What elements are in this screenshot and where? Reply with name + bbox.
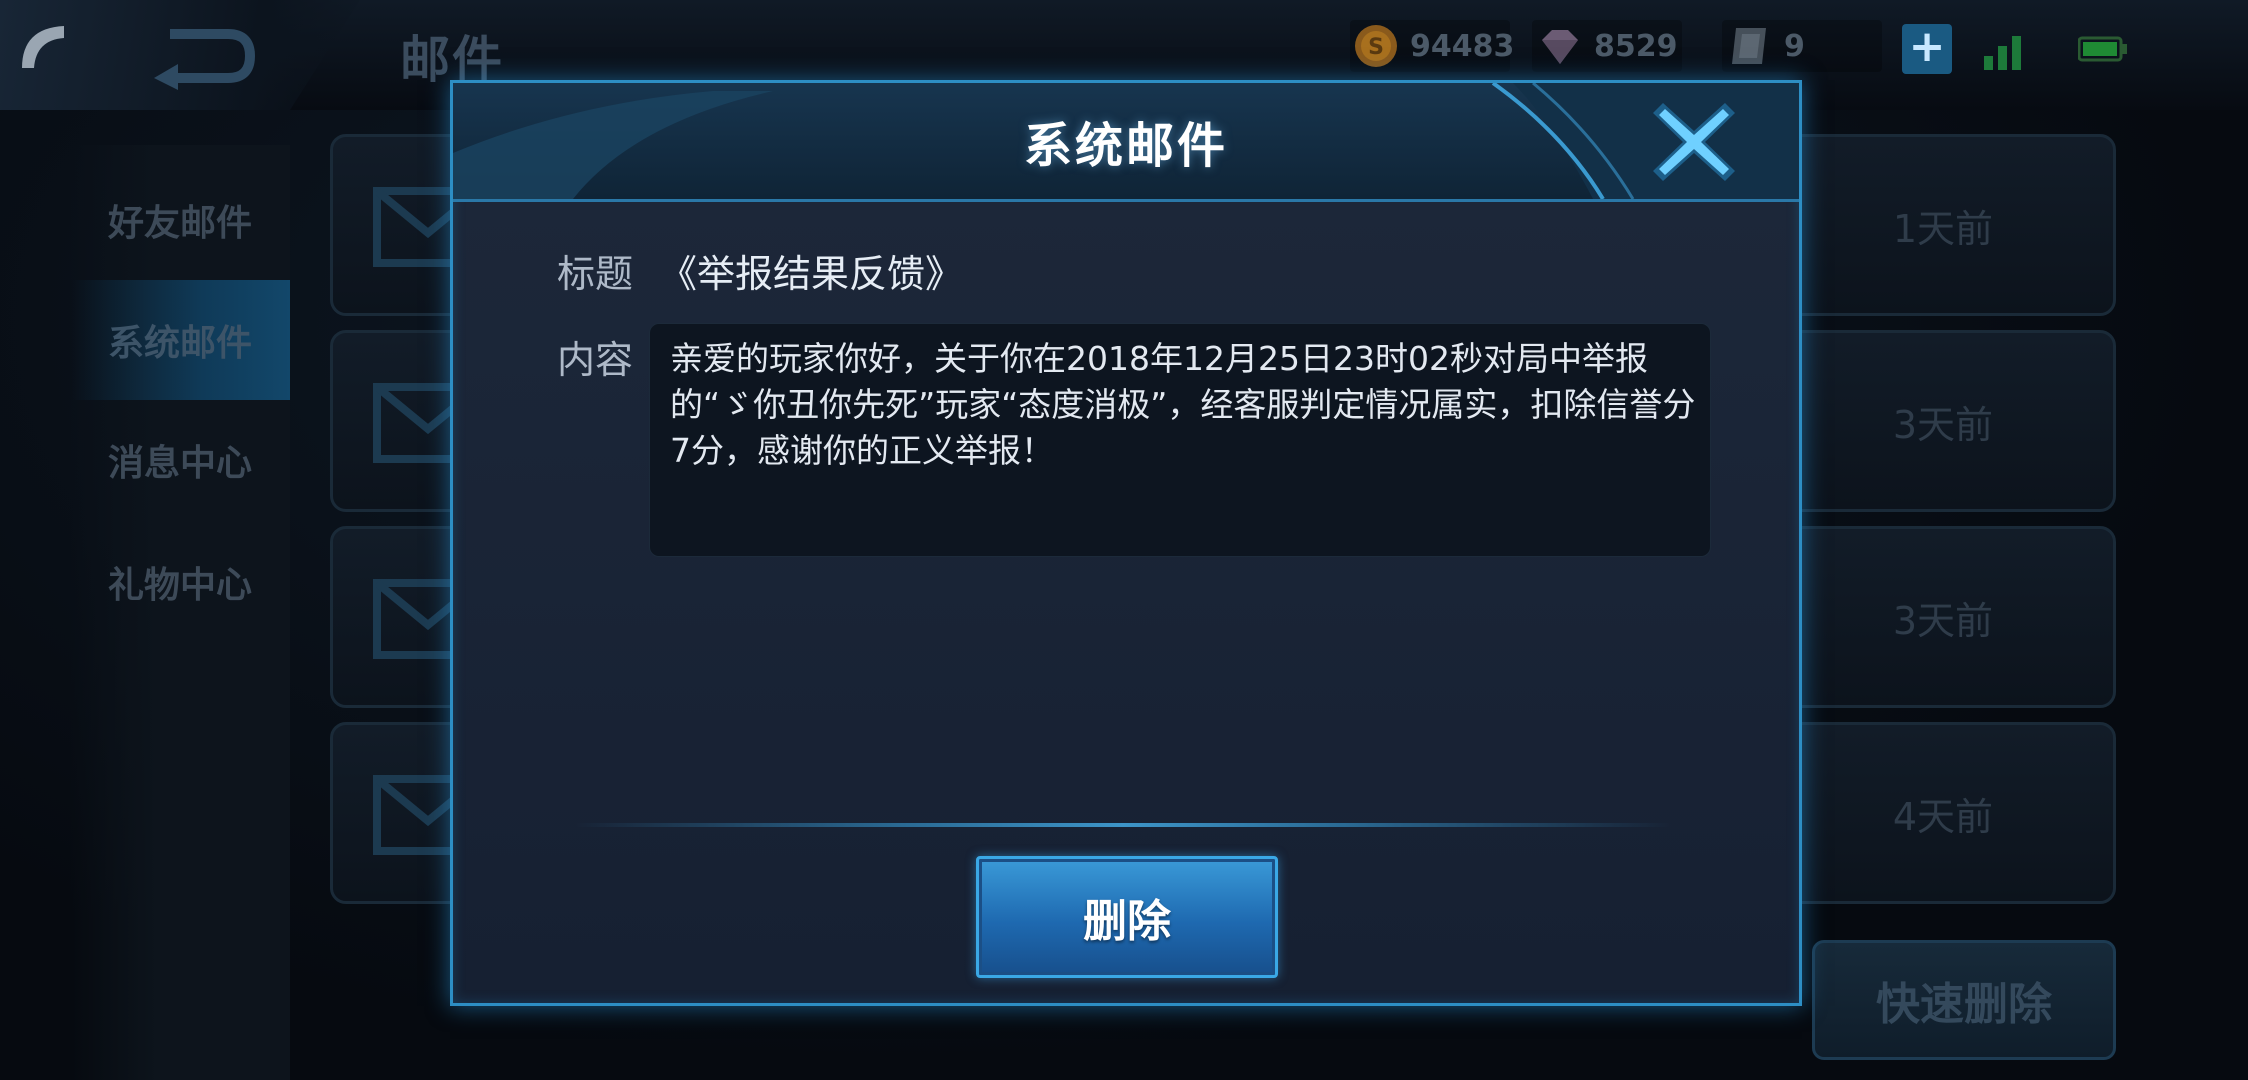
mail-time: 4天前: [1892, 794, 1993, 839]
gold-coin-icon: S: [1355, 25, 1397, 67]
sidebar-item-label: 系统邮件: [107, 323, 252, 364]
mail-time: 3天前: [1892, 598, 1993, 643]
content-text: 亲爱的玩家你好，关于你在2018年12月25日23时02秒对局中举报的“ゞ你丑你…: [670, 339, 1696, 470]
sidebar-item-label: 好友邮件: [107, 203, 252, 244]
content-box[interactable]: 亲爱的玩家你好，关于你在2018年12月25日23时02秒对局中举报的“ゞ你丑你…: [649, 323, 1711, 557]
mail-time: 1天前: [1892, 206, 1993, 251]
ticket-counter: 9: [1726, 22, 1805, 70]
diamond-icon: [1542, 30, 1578, 64]
dialog-title: 系统邮件: [1023, 118, 1228, 174]
mail-dialog: 系统邮件 标题 《举报结果反馈》 内容 亲爱的玩家你好，关于你在2018年12月…: [450, 80, 1802, 1006]
ticket-value: 9: [1784, 28, 1805, 64]
subject-label: 标题: [557, 252, 634, 296]
battery-icon: [2078, 36, 2127, 62]
sidebar-item-label: 消息中心: [107, 443, 252, 484]
diamond-counter: 8529: [1536, 22, 1678, 70]
sidebar-item-system-mail[interactable]: 系统邮件: [70, 280, 290, 400]
delete-button[interactable]: 删除: [976, 856, 1278, 978]
mail-time: 3天前: [1892, 402, 1993, 447]
sidebar-item-friend-mail[interactable]: 好友邮件: [70, 160, 290, 280]
dialog-header: 系统邮件: [453, 83, 1799, 202]
signal-icon: [1984, 36, 2021, 70]
gold-counter: S 94483: [1352, 22, 1514, 70]
svg-text:S: S: [1368, 35, 1384, 60]
close-x-icon: [1653, 103, 1735, 181]
gold-value: 94483: [1410, 28, 1515, 64]
divider: [573, 823, 1673, 827]
sidebar-item-message-center[interactable]: 消息中心: [70, 400, 290, 520]
phone-icon[interactable]: [14, 18, 72, 76]
sidebar-item-label: 礼物中心: [107, 565, 252, 606]
content-label: 内容: [557, 338, 634, 382]
add-currency-button[interactable]: +: [1902, 24, 1952, 74]
diamond-value: 8529: [1594, 28, 1678, 64]
quick-delete-button[interactable]: 快速删除: [1812, 940, 2116, 1060]
close-button[interactable]: [1649, 97, 1739, 187]
subject-value: 《举报结果反馈》: [659, 252, 964, 296]
ticket-icon: [1732, 28, 1766, 64]
back-button[interactable]: [150, 20, 260, 90]
sidebar-item-gift-center[interactable]: 礼物中心: [70, 522, 290, 642]
plus-icon: +: [1908, 21, 1946, 72]
